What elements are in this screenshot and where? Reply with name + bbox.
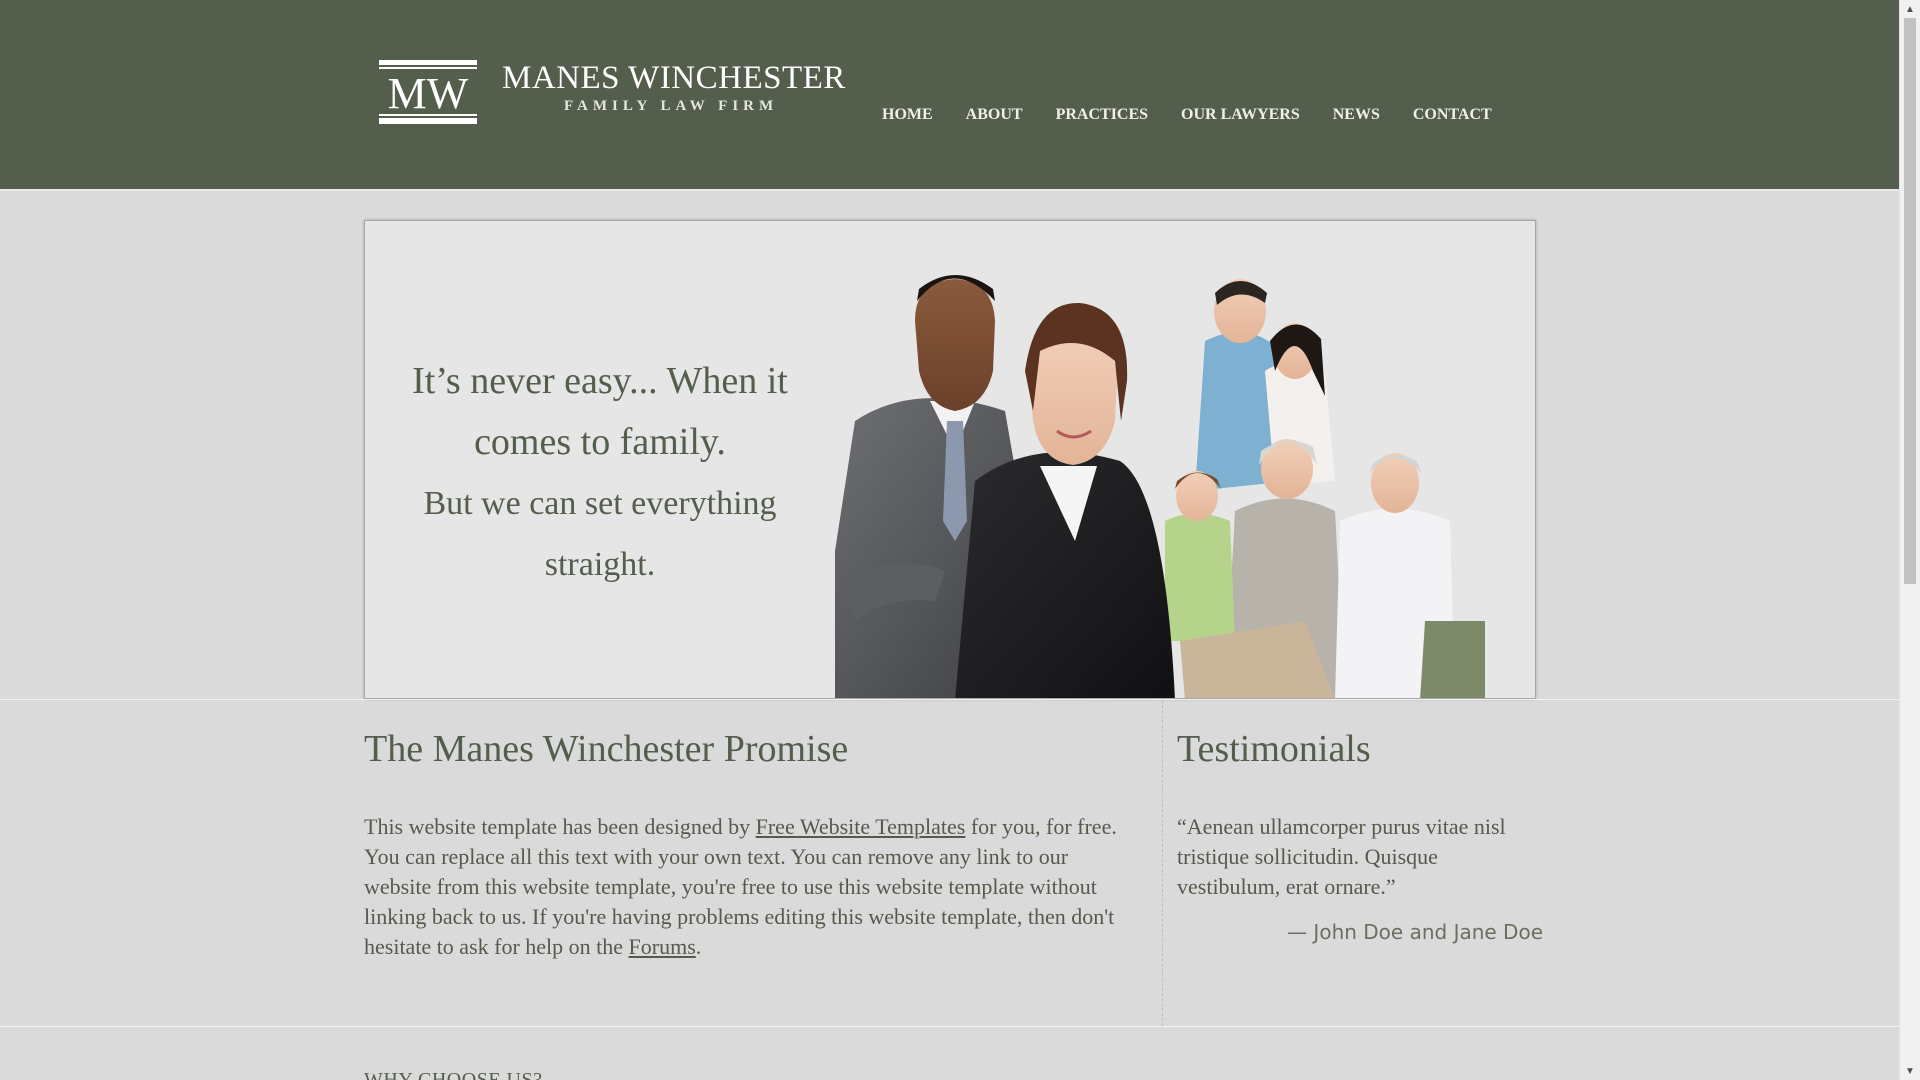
monogram-logo-icon: MW [379,60,477,124]
nav-item-practices: PRACTICES [1056,106,1148,124]
hero-slogan-line: It’s never easy... When it comes to fami… [405,351,795,473]
site-logo-link[interactable]: MW MANES WINCHESTER FAMILY LAW FIRM [377,58,845,128]
hero-text-2a: But we can set everything [423,485,777,522]
main-navigation: HOME ABOUT PRACTICES OUR LAWYERS NEWS CO… [882,106,1525,124]
hero-slogan-line: But we can set everything straight. [405,473,795,595]
hero-text-2b: straight. [544,546,656,583]
nav-item-home: HOME [882,106,933,124]
hero-text-1a: It’s never easy... When it [412,360,788,402]
nav-item-news: NEWS [1333,106,1380,124]
nav-link-contact[interactable]: CONTACT [1413,106,1492,123]
firm-name: MANES WINCHESTER [502,60,846,96]
family-group [1165,279,1485,698]
firm-tagline: FAMILY LAW FIRM [564,98,779,114]
monogram-text: MW [388,69,469,118]
hero-text-1b: comes to family. [474,421,726,463]
nav-item-our-lawyers: OUR LAWYERS [1181,106,1300,124]
why-choose-us-heading: WHY CHOOSE US? [364,1069,543,1080]
vertical-scrollbar[interactable]: ▲ ▼ [1899,0,1920,1080]
column-divider [1162,700,1163,1026]
promise-title: The Manes Winchester Promise [364,728,849,770]
nav-item-about: ABOUT [966,106,1023,124]
testimonials-title: Testimonials [1177,728,1371,770]
scroll-up-arrow-icon[interactable]: ▲ [1900,0,1920,18]
forums-link[interactable]: Forums [629,934,696,959]
nav-link-our-lawyers[interactable]: OUR LAWYERS [1181,106,1300,123]
testimonial-author: — John Doe and Jane Doe [1287,920,1543,944]
promise-text-end: . [695,934,702,959]
nav-link-news[interactable]: NEWS [1333,106,1380,123]
hero-banner: It’s never easy... When it comes to fami… [364,220,1536,699]
free-website-templates-link[interactable]: Free Website Templates [756,814,966,839]
nav-link-home[interactable]: HOME [882,106,933,123]
site-header: MW MANES WINCHESTER FAMILY LAW FIRM HOME… [0,0,1899,191]
content-section: The Manes Winchester Promise This websit… [0,699,1899,1027]
scrollbar-thumb[interactable] [1904,18,1916,584]
family-lawyers-photo [835,275,1485,698]
promise-text-start: This website template has been designed … [364,814,756,839]
promise-section: The Manes Winchester Promise This websit… [364,726,1140,962]
nav-link-about[interactable]: ABOUT [966,106,1023,123]
testimonial-quote: “Aenean ullamcorper purus vitae nisl tri… [1177,814,1506,899]
nav-item-contact: CONTACT [1413,106,1492,124]
hero-slogan: It’s never easy... When it comes to fami… [405,351,795,595]
scroll-down-arrow-icon[interactable]: ▼ [1900,1062,1920,1080]
nav-link-practices[interactable]: PRACTICES [1056,106,1148,123]
promise-text: This website template has been designed … [364,812,1140,962]
testimonials-section: Testimonials “Aenean ullamcorper purus v… [1177,726,1543,944]
